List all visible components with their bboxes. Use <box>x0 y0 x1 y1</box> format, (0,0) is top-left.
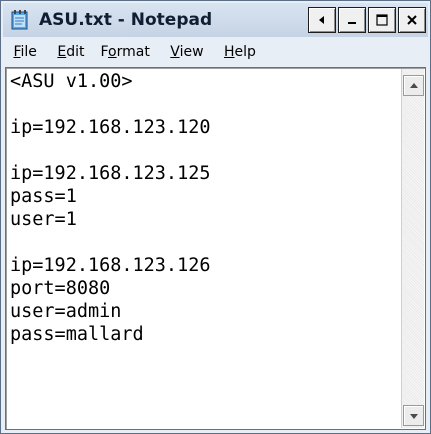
title-buttons <box>308 7 426 33</box>
text-line: <ASU v1.00> <box>10 71 133 92</box>
notepad-icon[interactable] <box>9 9 31 31</box>
title-bar[interactable]: ASU.txt - Notepad <box>3 3 428 37</box>
document-text[interactable]: <ASU v1.00> ip=192.168.123.120 ip=192.16… <box>10 70 390 425</box>
scroll-down-button[interactable] <box>403 405 424 426</box>
text-line: pass=1 <box>10 186 77 207</box>
minimize-button[interactable] <box>338 7 366 33</box>
text-line <box>10 139 390 162</box>
text-line: port=8080 <box>10 278 111 299</box>
text-line: ip=192.168.123.120 <box>10 117 211 138</box>
minimize-icon <box>348 22 356 24</box>
menu-edit[interactable]: Edit <box>45 44 93 60</box>
scroll-up-icon <box>409 82 418 88</box>
text-line <box>10 231 390 254</box>
menu-view[interactable]: View <box>158 44 212 60</box>
text-line: ip=192.168.123.125 <box>10 163 211 184</box>
text-line: user=admin <box>10 301 122 322</box>
maximize-icon <box>376 14 388 26</box>
close-icon <box>407 15 417 25</box>
maximize-button[interactable] <box>368 7 396 33</box>
menu-bar: File Edit Format View Help <box>3 39 428 65</box>
text-line: ip=192.168.123.126 <box>10 255 211 276</box>
text-line: pass=mallard <box>10 324 144 345</box>
notepad-window: ASU.txt - Notepad File Edit Format View … <box>0 0 431 434</box>
close-button[interactable] <box>398 7 426 33</box>
vertical-scrollbar[interactable] <box>401 69 424 428</box>
text-line: user=1 <box>10 209 77 230</box>
scroll-up-button[interactable] <box>403 75 424 96</box>
menu-help[interactable]: Help <box>212 44 264 60</box>
menu-format[interactable]: Format <box>92 44 157 60</box>
text-line <box>10 93 390 116</box>
window-title: ASU.txt - Notepad <box>39 10 213 30</box>
scroll-left-icon[interactable] <box>308 7 336 33</box>
text-editor[interactable]: <ASU v1.00> ip=192.168.123.120 ip=192.16… <box>5 67 426 430</box>
menu-file[interactable]: File <box>3 44 45 60</box>
scroll-down-icon <box>409 413 418 419</box>
